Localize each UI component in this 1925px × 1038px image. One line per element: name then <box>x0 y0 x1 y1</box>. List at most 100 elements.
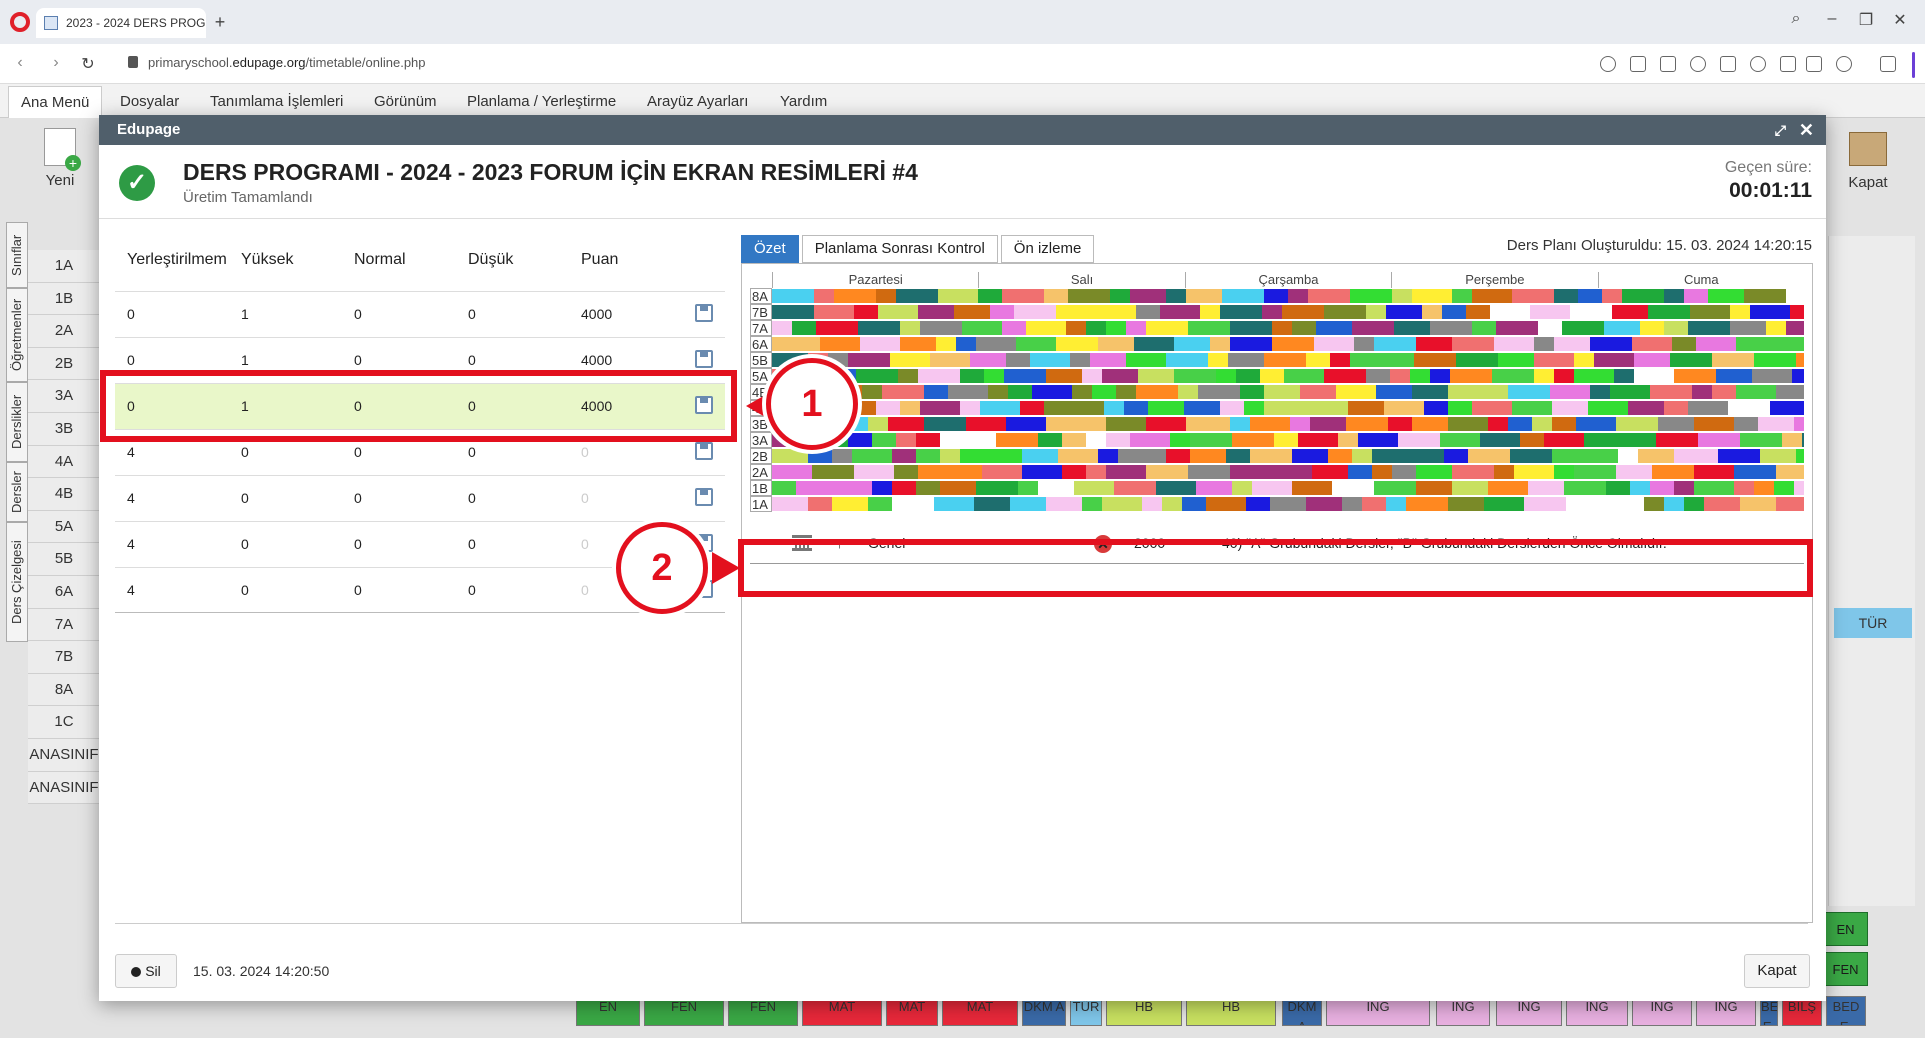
browser-tab[interactable]: 2023 - 2024 DERS PROGR <box>36 8 206 38</box>
lesson-block <box>1550 385 1590 399</box>
lesson-block <box>1250 417 1290 431</box>
tab-ozet[interactable]: Özet <box>741 235 799 263</box>
result-row[interactable]: 0 1 0 0 4000 <box>115 291 725 337</box>
lesson-block <box>1130 433 1170 447</box>
side-tab-dersler[interactable]: Dersler <box>6 462 28 522</box>
lesson-block <box>1538 321 1562 335</box>
lesson-cell[interactable]: EN <box>1823 912 1868 946</box>
class-list-item[interactable]: 3A <box>28 380 100 413</box>
class-list-item[interactable]: ANASINIF <box>28 771 100 805</box>
tab-planlama-sonrasi-kontrol[interactable]: Planlama Sonrası Kontrol <box>801 235 998 263</box>
class-list-item[interactable]: 1C <box>28 706 100 739</box>
opera-logo-icon[interactable] <box>10 12 30 32</box>
lesson-block <box>1210 337 1230 351</box>
new-tab-icon[interactable]: + <box>210 12 230 32</box>
grid-class-row: 7B <box>750 304 1804 320</box>
class-list-item[interactable]: 1B <box>28 282 100 316</box>
url-field[interactable]: primaryschool.edupage.org/timetable/onli… <box>128 55 426 70</box>
class-list-item[interactable]: 5A <box>28 510 100 544</box>
save-icon[interactable] <box>695 304 713 322</box>
menu-yardim[interactable]: Yardım <box>780 93 827 110</box>
minimize-icon[interactable]: – <box>1820 10 1844 28</box>
download-icon[interactable] <box>1780 56 1796 72</box>
lesson-block <box>1324 369 1366 383</box>
lesson-block <box>1386 497 1406 511</box>
lesson-block <box>938 289 978 303</box>
edit-icon[interactable] <box>1630 56 1646 72</box>
forward-icon[interactable]: › <box>46 54 66 72</box>
lesson-block <box>924 417 966 431</box>
tab-on-izleme[interactable]: Ön izleme <box>1000 235 1095 263</box>
delete-button[interactable]: Sil <box>115 954 177 988</box>
class-list-item[interactable]: 8A <box>28 673 100 707</box>
class-list-item[interactable]: 7A <box>28 608 100 642</box>
search-tabs-icon[interactable]: ⌕ <box>1784 10 1808 28</box>
lesson-block <box>1044 401 1084 415</box>
side-tab-ders-cizelgesi[interactable]: Ders Çizelgesi <box>6 522 28 642</box>
class-list-item[interactable]: 2A <box>28 315 100 348</box>
profile-icon[interactable] <box>1836 56 1852 72</box>
close-window-icon[interactable]: ✕ <box>1888 10 1912 30</box>
divider <box>99 218 1826 219</box>
menu-planlama[interactable]: Planlama / Yerleştirme <box>467 93 616 110</box>
new-button[interactable]: Yeni <box>30 128 90 189</box>
side-tab-siniflar[interactable]: Sınıflar <box>6 222 28 288</box>
menu-arayuz[interactable]: Arayüz Ayarları <box>647 93 748 110</box>
grid-class-label: 2A <box>750 464 772 480</box>
class-list-item[interactable]: 4B <box>28 478 100 511</box>
save-icon[interactable] <box>695 442 713 460</box>
lesson-block <box>1406 497 1448 511</box>
lesson-block <box>1350 353 1390 367</box>
menu-icon[interactable] <box>1806 56 1822 72</box>
extensions-icon[interactable] <box>1880 56 1896 72</box>
back-icon[interactable]: ‹ <box>10 54 30 72</box>
save-icon[interactable] <box>695 350 713 368</box>
result-row[interactable]: 4 0 0 0 0 <box>115 475 725 521</box>
dialog-titlebar: Edupage ⤢ ✕ <box>99 115 1826 145</box>
class-list-item[interactable]: ANASINIF <box>28 738 100 772</box>
lesson-cell[interactable]: BED E. <box>1826 996 1866 1026</box>
class-list-item[interactable]: 3B <box>28 412 100 446</box>
lesson-block <box>1440 433 1480 447</box>
close-dialog-icon[interactable]: ✕ <box>1799 115 1814 145</box>
reload-icon[interactable]: ↻ <box>78 54 98 74</box>
lesson-block <box>1174 337 1210 351</box>
class-list-item[interactable]: 2B <box>28 347 100 381</box>
lesson-cell[interactable]: FEN <box>1823 952 1868 986</box>
side-tab-ogretmenler[interactable]: Öğretmenler <box>6 288 28 382</box>
lesson-block <box>1142 497 1162 511</box>
zoom-icon[interactable] <box>1600 56 1616 72</box>
player-icon[interactable] <box>1720 56 1736 72</box>
class-list-item[interactable]: 7B <box>28 641 100 674</box>
class-list-item[interactable]: 1A <box>28 250 100 283</box>
lesson-cell[interactable]: TÜR <box>1834 608 1912 638</box>
lesson-block <box>1794 481 1804 495</box>
restore-icon[interactable]: ❐ <box>1854 10 1878 30</box>
lesson-block <box>1200 305 1220 319</box>
lesson-block <box>860 337 900 351</box>
side-tab-derslikler[interactable]: Derslikler <box>6 382 28 462</box>
class-list-item[interactable]: 6A <box>28 575 100 609</box>
save-icon[interactable] <box>695 488 713 506</box>
menu-gorunum[interactable]: Görünüm <box>374 93 437 110</box>
vpn-icon[interactable] <box>1690 56 1706 72</box>
menu-dosyalar[interactable]: Dosyalar <box>120 93 179 110</box>
class-list-item[interactable]: 5B <box>28 543 100 576</box>
lesson-block <box>882 385 924 399</box>
grid-class-label: 3A <box>750 432 772 448</box>
menu-tanimlama[interactable]: Tanımlama İşlemleri <box>210 93 343 110</box>
close-button[interactable]: Kapat <box>1744 954 1810 988</box>
lesson-block <box>1628 401 1664 415</box>
lesson-block <box>1006 417 1046 431</box>
close-app-button[interactable]: Kapat <box>1838 132 1898 191</box>
expand-icon[interactable]: ⤢ <box>1775 115 1786 145</box>
lesson-block <box>1694 449 1718 463</box>
lesson-block <box>1776 385 1804 399</box>
grid-class-row: 1B <box>750 480 1804 496</box>
camera-icon[interactable] <box>1660 56 1676 72</box>
heart-icon[interactable] <box>1750 56 1766 72</box>
lesson-block <box>1570 305 1612 319</box>
lesson-block <box>1348 401 1384 415</box>
class-list-item[interactable]: 4A <box>28 445 100 479</box>
menu-ana-menu[interactable]: Ana Menü <box>8 86 103 119</box>
